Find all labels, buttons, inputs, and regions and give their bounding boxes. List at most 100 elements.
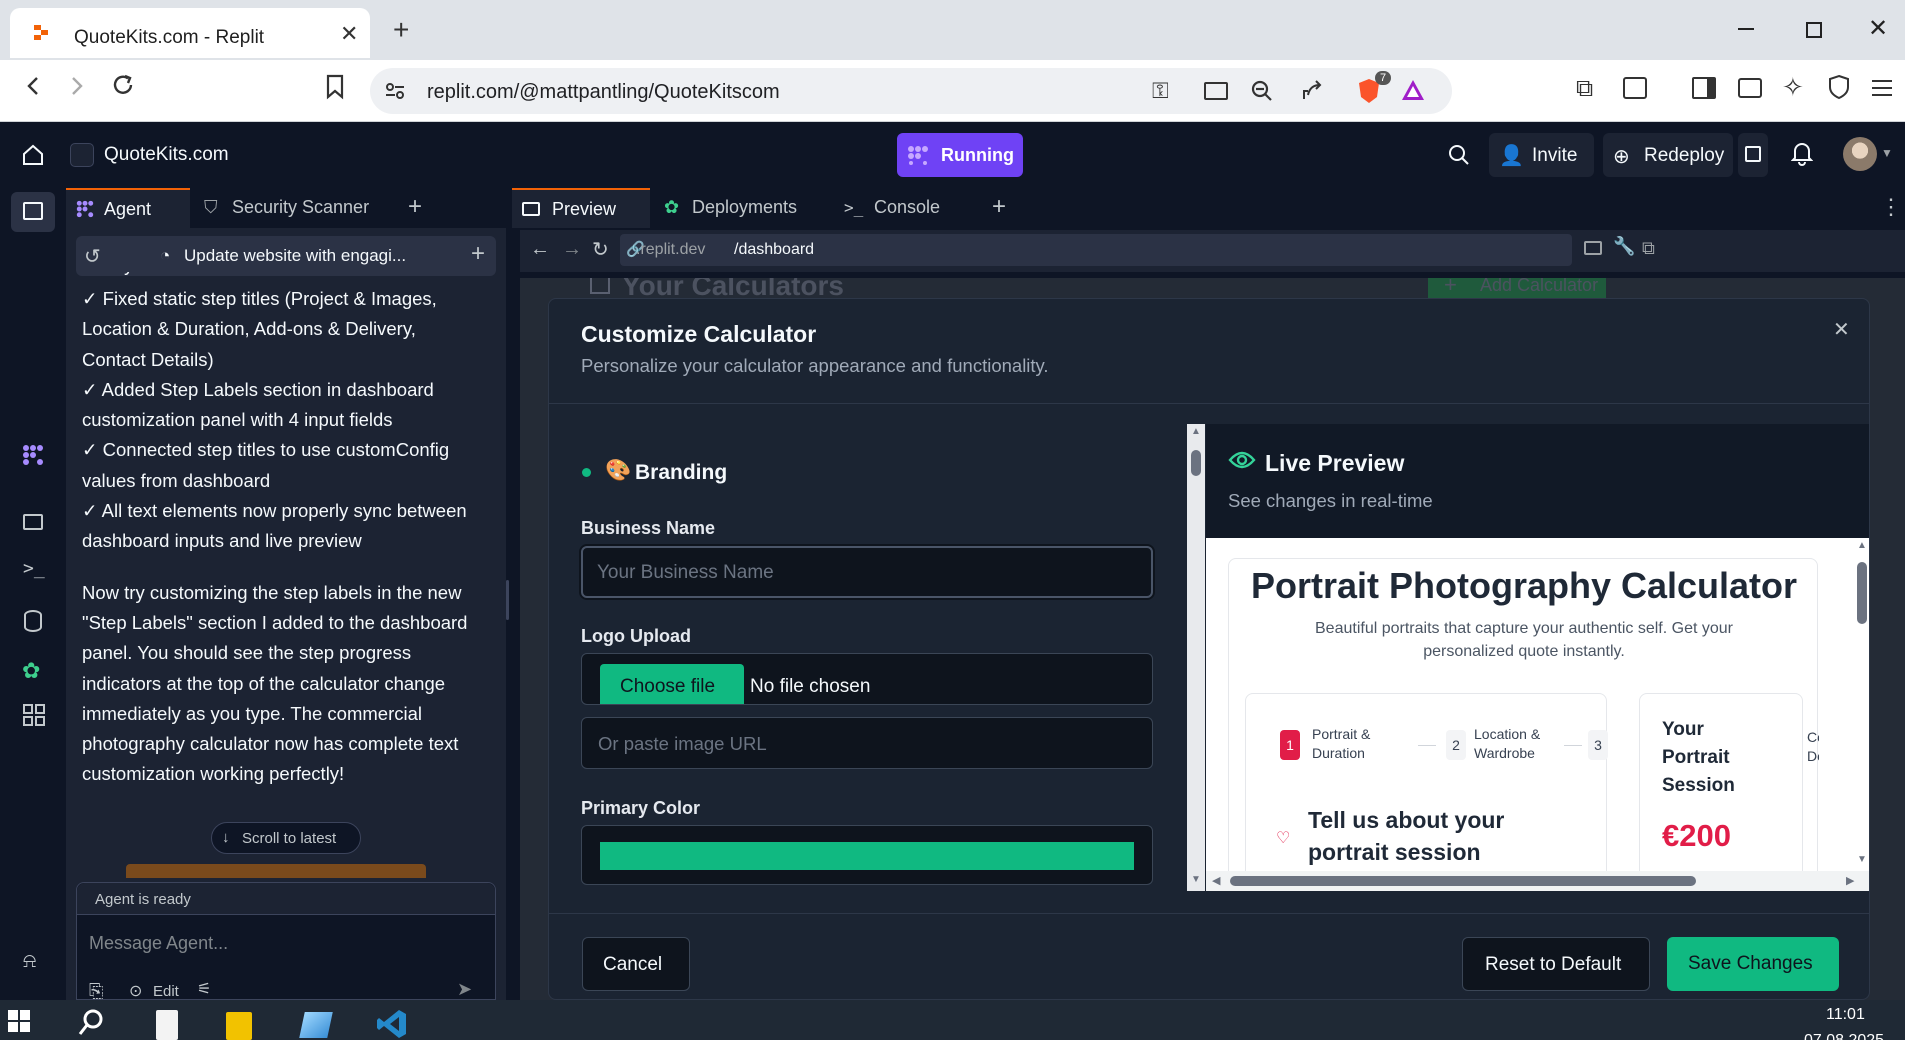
- settings-sliders-icon[interactable]: ⚟: [197, 979, 211, 999]
- question-line: portrait session: [1308, 839, 1481, 865]
- webview-reload-icon[interactable]: ↻: [592, 237, 609, 262]
- browser-menu-icon[interactable]: [1870, 78, 1894, 98]
- preview-inner-vscroll[interactable]: ▲ ▼: [1853, 538, 1869, 871]
- user-avatar[interactable]: [1843, 137, 1877, 171]
- reload-icon[interactable]: [110, 72, 136, 98]
- attach-paperclip-icon[interactable]: ⎘: [89, 981, 103, 1002]
- save-changes-button[interactable]: Save Changes: [1667, 937, 1839, 991]
- message-line: dashboard inputs and live preview: [82, 530, 362, 552]
- share-icon[interactable]: [1300, 79, 1324, 103]
- taskbar-file-explorer-icon[interactable]: [226, 1012, 252, 1040]
- bookmark-icon[interactable]: [325, 74, 345, 100]
- wallet-icon[interactable]: [1738, 78, 1762, 98]
- taskbar-clock-time[interactable]: 11:01: [1826, 1006, 1865, 1024]
- more-options-icon[interactable]: ⋮: [1880, 194, 1902, 220]
- cursor-window-icon: [23, 202, 43, 220]
- close-window-icon[interactable]: ✕: [1868, 14, 1888, 43]
- device-toggle-icon[interactable]: [1584, 241, 1602, 255]
- message-line: Contact Details): [82, 348, 214, 370]
- install-app-icon[interactable]: [1204, 82, 1228, 100]
- database-tool-icon[interactable]: [24, 610, 42, 632]
- reset-default-button[interactable]: Reset to Default: [1462, 937, 1650, 991]
- edit-mode-icon[interactable]: ⊙: [129, 981, 142, 1001]
- site-settings-icon[interactable]: [384, 80, 406, 102]
- agent-tool-icon[interactable]: [22, 444, 44, 466]
- deployments-tool-icon[interactable]: ✿: [22, 658, 40, 684]
- thread-title[interactable]: Update website with engagi...: [184, 246, 406, 266]
- invite-button[interactable]: 👤 Invite: [1489, 133, 1594, 177]
- notifications-bell-icon[interactable]: [1791, 140, 1813, 166]
- leo-ai-icon[interactable]: ✧: [1782, 72, 1804, 103]
- redeploy-button[interactable]: ⊕ Redeploy: [1603, 133, 1733, 177]
- extensions-puzzle-icon[interactable]: ⧉: [1576, 75, 1593, 103]
- cancel-button[interactable]: Cancel: [582, 937, 690, 991]
- send-icon[interactable]: ➤: [457, 979, 472, 1000]
- preview-tool-icon[interactable]: [23, 514, 43, 530]
- browser-tab[interactable]: QuoteKits.com - Replit ✕: [10, 8, 370, 58]
- maximize-window-icon[interactable]: [1806, 22, 1822, 38]
- panel-resize-handle[interactable]: [506, 580, 509, 620]
- tab-deployments[interactable]: ✿ Deployments: [652, 188, 830, 228]
- logo-url-input[interactable]: Or paste image URL: [581, 717, 1153, 769]
- home-icon[interactable]: [22, 144, 44, 166]
- taskbar-clock-date[interactable]: 07.08.2025: [1804, 1032, 1884, 1040]
- add-pane-plus-icon[interactable]: +: [992, 193, 1006, 221]
- description-line: personalized quote instantly.: [1423, 643, 1625, 660]
- search-icon[interactable]: [1448, 144, 1470, 166]
- preview-outer-scrollbar[interactable]: ▲ ▼: [1187, 424, 1205, 891]
- close-dialog-icon[interactable]: ✕: [1833, 317, 1850, 342]
- brave-rewards-icon[interactable]: [1400, 78, 1426, 102]
- add-tab-plus-icon[interactable]: +: [408, 193, 422, 221]
- preview-inner-hscroll[interactable]: ◀ ▶: [1206, 871, 1869, 891]
- message-line: Now try customizing the step labels in t…: [82, 581, 462, 603]
- deploy-icon: ⊕: [1613, 146, 1630, 168]
- webview-url-field[interactable]: 🔗 .replit.dev /dashboard: [620, 234, 1572, 266]
- new-tab-plus-icon[interactable]: +: [393, 14, 409, 46]
- help-bell-icon[interactable]: ⍾: [23, 950, 36, 973]
- devtools-wrench-icon[interactable]: 🔧: [1613, 236, 1635, 257]
- new-chat-plus-icon[interactable]: +: [471, 240, 485, 268]
- business-name-input[interactable]: Your Business Name: [581, 546, 1153, 598]
- console-tool-icon[interactable]: >_: [23, 558, 45, 579]
- taskbar-app-icon[interactable]: [299, 1012, 333, 1038]
- branding-section-title: Branding: [635, 461, 728, 484]
- primary-color-picker[interactable]: [581, 825, 1153, 885]
- reading-mode-icon[interactable]: [1623, 77, 1647, 99]
- toggle-sidebar-button[interactable]: [11, 192, 55, 232]
- taskbar-vscode-icon[interactable]: [376, 1008, 408, 1040]
- webview-back-icon[interactable]: ←: [530, 238, 550, 261]
- vpn-shield-icon[interactable]: [1828, 74, 1850, 100]
- zoom-out-icon[interactable]: [1250, 79, 1274, 103]
- edit-mode-label[interactable]: Edit: [153, 983, 179, 1000]
- choose-file-button[interactable]: Choose file: [600, 664, 744, 704]
- windows-start-icon[interactable]: [8, 1010, 30, 1032]
- message-line: Location & Duration, Add-ons & Delivery,: [82, 318, 416, 340]
- replit-favicon-icon: [32, 24, 50, 42]
- taskbar-search-icon[interactable]: [78, 1008, 106, 1036]
- back-icon[interactable]: [22, 74, 46, 98]
- tab-console[interactable]: >_ Console: [834, 188, 988, 228]
- minimize-window-icon[interactable]: [1738, 28, 1754, 30]
- deploy-options-button[interactable]: [1738, 133, 1768, 177]
- project-name[interactable]: QuoteKits.com: [104, 144, 229, 166]
- close-tab-icon[interactable]: ✕: [340, 21, 358, 47]
- run-status-button[interactable]: Running: [897, 133, 1023, 177]
- webview-forward-icon[interactable]: →: [562, 238, 582, 261]
- scroll-to-latest-button[interactable]: ↓ Scroll to latest: [211, 822, 361, 854]
- message-agent-input[interactable]: Message Agent...: [89, 933, 228, 954]
- key-icon[interactable]: ⚿: [1152, 78, 1169, 104]
- open-new-tab-icon[interactable]: ⧉: [1642, 238, 1655, 259]
- all-tools-icon[interactable]: [23, 704, 45, 726]
- tab-agent[interactable]: Agent: [66, 188, 190, 228]
- address-bar[interactable]: replit.com/@mattpantling/QuoteKitscom ⚿ …: [370, 68, 1452, 114]
- business-name-placeholder: Your Business Name: [597, 562, 774, 583]
- tab-security-scanner[interactable]: ⛉ Security Scanner: [194, 188, 434, 228]
- summary-title: Your Portrait Session: [1662, 716, 1735, 800]
- chevron-down-icon[interactable]: ▼: [1881, 146, 1893, 160]
- sidebar-toggle-icon[interactable]: [1692, 77, 1716, 99]
- message-line: photography calculator now has complete …: [82, 733, 459, 755]
- taskbar-notepad-icon[interactable]: [156, 1010, 178, 1040]
- tab-preview[interactable]: Preview: [512, 188, 650, 228]
- history-icon[interactable]: ↺: [84, 244, 101, 269]
- forward-icon[interactable]: [64, 74, 88, 98]
